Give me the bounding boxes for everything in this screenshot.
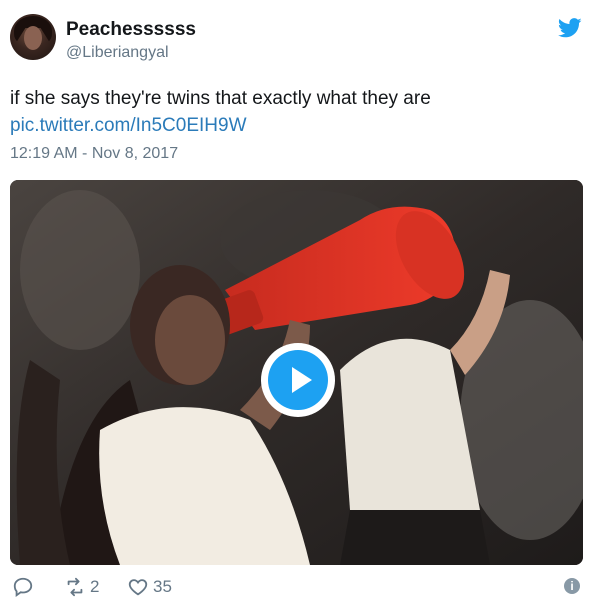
tweet-actions: 2 35 i — [10, 574, 586, 600]
twitter-bird-icon[interactable] — [558, 18, 582, 38]
reply-button[interactable] — [12, 574, 34, 600]
author-handle[interactable]: @Liberiangyal — [66, 44, 169, 62]
author-name[interactable]: Peachessssss — [66, 19, 196, 41]
tweet-timestamp[interactable]: 12:19 AM - Nov 8, 2017 — [10, 145, 178, 163]
retweet-count: 2 — [90, 577, 100, 596]
avatar-face — [24, 26, 42, 50]
tweet-text: if she says they're twins that exactly w… — [10, 88, 431, 109]
like-button[interactable]: 35 — [127, 574, 172, 600]
info-icon[interactable]: i — [564, 578, 580, 594]
like-count: 35 — [153, 577, 172, 596]
tweet-media-link[interactable]: pic.twitter.com/In5C0EIH9W — [10, 115, 247, 137]
retweet-icon — [67, 577, 83, 597]
reply-icon — [13, 577, 33, 598]
tweet-header: Peachessssss @Liberiangyal — [10, 14, 586, 70]
play-button[interactable] — [261, 343, 335, 417]
heart-icon — [128, 579, 148, 596]
gif-media[interactable] — [10, 180, 583, 565]
play-icon — [268, 350, 328, 410]
retweet-button[interactable]: 2 — [64, 574, 99, 600]
avatar[interactable] — [10, 14, 56, 60]
